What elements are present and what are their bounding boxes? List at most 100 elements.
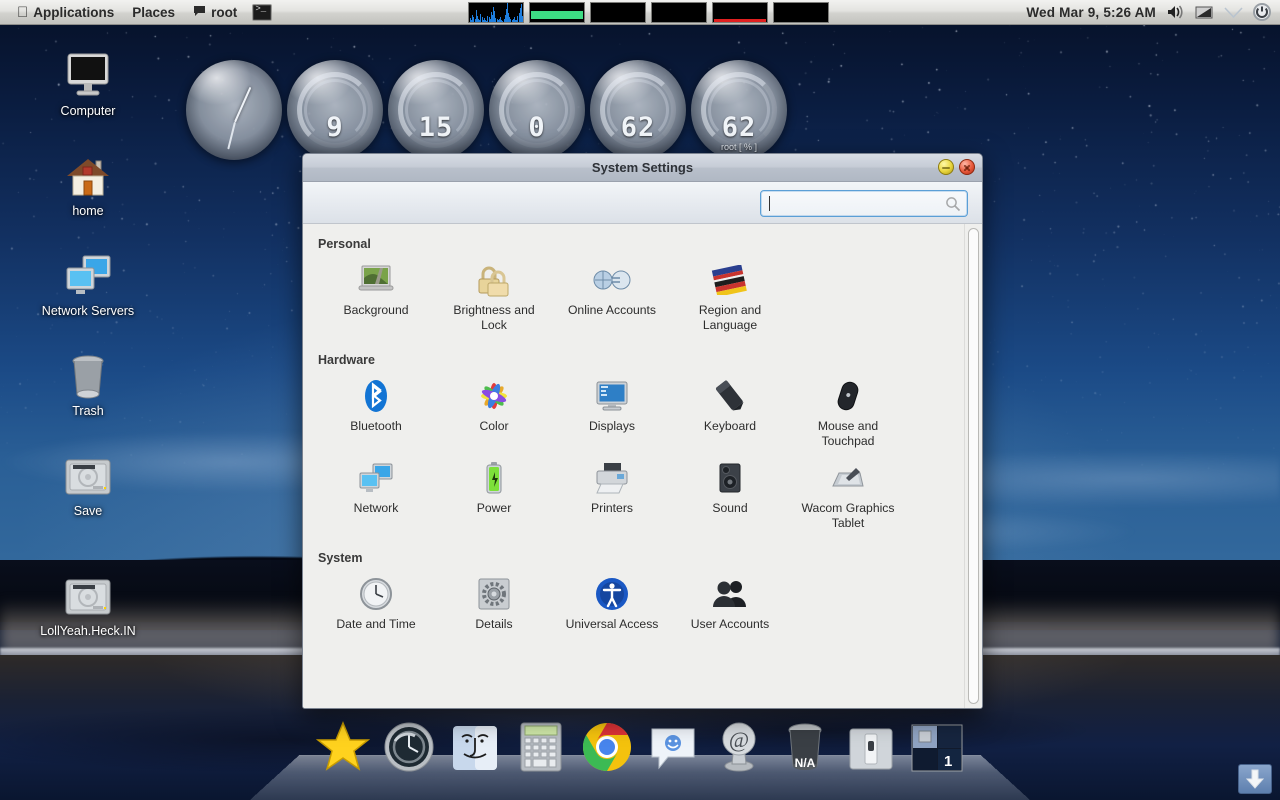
search-box[interactable] xyxy=(760,190,968,217)
load-monitor-applet[interactable] xyxy=(773,2,829,23)
panel-terminal-launcher[interactable] xyxy=(246,3,278,21)
tile-background[interactable]: Background xyxy=(317,257,435,339)
power-icon[interactable] xyxy=(1252,2,1272,22)
dock: @ N/A 1 xyxy=(250,704,1030,800)
panel-clock[interactable]: Wed Mar 9, 5:26 AM xyxy=(1026,5,1156,20)
dock-calculator[interactable] xyxy=(511,714,571,772)
keyboard-icon xyxy=(713,376,747,416)
menu-applications[interactable]:  Applications xyxy=(8,3,123,22)
network-icon[interactable] xyxy=(1223,2,1243,22)
tile-details[interactable]: Details xyxy=(435,571,553,638)
tile-wacom-graphics-tablet[interactable]: Wacom Graphics Tablet xyxy=(789,455,907,537)
volume-icon[interactable] xyxy=(1165,2,1185,22)
display-icon[interactable] xyxy=(1194,2,1214,22)
apple-logo-icon:  xyxy=(17,5,28,20)
workspace-number: 1 xyxy=(944,753,952,770)
tile-mouse-and-touchpad[interactable]: Mouse and Touchpad xyxy=(789,373,907,455)
window-titlebar[interactable]: System Settings xyxy=(303,154,982,182)
network-monitor-applet[interactable] xyxy=(590,2,646,23)
dock-trash[interactable]: N/A xyxy=(775,714,835,772)
desktop-icon-lollyeah[interactable]: LollYeah.Heck.IN xyxy=(28,568,148,638)
chrome-icon xyxy=(582,723,631,771)
desktop-icon-trash[interactable]: Trash xyxy=(28,348,148,418)
monitor-icon xyxy=(593,376,631,416)
desktop-icon-save[interactable]: Save xyxy=(28,448,148,518)
search-input[interactable] xyxy=(770,196,945,211)
calculator-icon xyxy=(520,722,562,772)
tile-power[interactable]: Power xyxy=(435,455,553,537)
tile-label: Displays xyxy=(588,419,636,433)
conky-home-gauge: 62 xyxy=(590,60,686,160)
scrollbar-thumb[interactable] xyxy=(968,228,979,704)
dock-chrome[interactable] xyxy=(577,714,637,772)
desktop-icon-home[interactable]: home xyxy=(28,148,148,218)
section-grid-personal: Background Brightness and Lock Online Ac… xyxy=(317,257,950,339)
top-panel:  Applications Places root Wed Ma xyxy=(0,0,1280,25)
tile-color[interactable]: Color xyxy=(435,373,553,455)
dock-messages[interactable] xyxy=(643,714,703,772)
close-button[interactable] xyxy=(959,159,975,175)
conky-swap-gauge: 0 xyxy=(489,60,585,160)
tile-universal-access[interactable]: Universal Access xyxy=(553,571,671,638)
section-grid-hardware: Bluetooth Color Displays Keyboard Mouse … xyxy=(317,373,950,537)
swap-monitor-applet[interactable] xyxy=(712,2,768,23)
desktop-icon-network-servers[interactable]: Network Servers xyxy=(28,248,148,318)
system-settings-window: System Settings Personal Background Brig… xyxy=(302,153,983,709)
gauge-value: 62 xyxy=(620,112,656,143)
tile-bluetooth[interactable]: Bluetooth xyxy=(317,373,435,455)
tile-date-and-time[interactable]: Date and Time xyxy=(317,571,435,638)
gauge-sublabel: root [ % ] xyxy=(720,142,757,152)
tile-keyboard[interactable]: Keyboard xyxy=(671,373,789,455)
gauge-value: 15 xyxy=(418,112,454,143)
tile-online-accounts[interactable]: Online Accounts xyxy=(553,257,671,339)
tile-label: Brightness and Lock xyxy=(453,303,535,332)
download-widget[interactable] xyxy=(1238,764,1272,794)
flags-icon xyxy=(711,260,749,300)
memory-monitor-applet[interactable] xyxy=(529,2,585,23)
conky-root-gauge: 62 root [ % ] xyxy=(691,60,787,160)
desktop-icon-label: Save xyxy=(73,504,103,518)
dock-time-machine[interactable] xyxy=(379,714,439,772)
terminal-icon xyxy=(252,3,273,21)
menu-user-root[interactable]: root xyxy=(184,3,246,22)
gauge-value: 9 xyxy=(326,112,344,143)
trash-badge: N/A xyxy=(795,756,816,770)
padlock-icon xyxy=(475,260,513,300)
tile-displays[interactable]: Displays xyxy=(553,373,671,455)
tile-network[interactable]: Network xyxy=(317,455,435,537)
tile-label: Wacom Graphics Tablet xyxy=(801,501,895,530)
tile-label: Keyboard xyxy=(703,419,757,433)
battery-icon xyxy=(484,458,504,498)
menu-places[interactable]: Places xyxy=(123,3,184,22)
panel-monitor-applets xyxy=(468,2,829,23)
network-servers-icon xyxy=(28,248,148,300)
dock-workspaces[interactable]: 1 xyxy=(907,714,967,772)
cpu-monitor-applet[interactable] xyxy=(468,2,524,23)
dock-finder[interactable] xyxy=(445,714,505,772)
gauge-bulb xyxy=(186,60,282,160)
panel-tray: Wed Mar 9, 5:26 AM xyxy=(1026,2,1280,22)
desktop-icon-computer[interactable]: Computer xyxy=(28,48,148,118)
desktop-icon-label: Trash xyxy=(72,404,104,418)
bluetooth-icon xyxy=(363,376,389,416)
tile-user-accounts[interactable]: User Accounts xyxy=(671,571,789,638)
panel-menu-group:  Applications Places root xyxy=(0,3,278,22)
tile-label: Color xyxy=(479,419,509,433)
svg-text:@: @ xyxy=(729,727,749,752)
conky-gauges: 9 15 0 62 62 root [ % ] xyxy=(186,60,787,160)
tile-label: Region and Language xyxy=(698,303,762,332)
minimize-button[interactable] xyxy=(938,159,954,175)
menu-places-label: Places xyxy=(121,4,175,20)
disk-monitor-applet[interactable] xyxy=(651,2,707,23)
tile-region-and-language[interactable]: Region and Language xyxy=(671,257,789,339)
tile-brightness-and-lock[interactable]: Brightness and Lock xyxy=(435,257,553,339)
speaker-icon xyxy=(715,458,745,498)
tile-sound[interactable]: Sound xyxy=(671,455,789,537)
dock-star[interactable] xyxy=(313,714,373,772)
online-accounts-icon xyxy=(593,260,631,300)
tile-printers[interactable]: Printers xyxy=(553,455,671,537)
dock-switch[interactable] xyxy=(841,714,901,772)
dock-mail[interactable]: @ xyxy=(709,714,769,772)
settings-scrollbar[interactable] xyxy=(964,224,982,708)
mail-icon: @ xyxy=(722,722,756,772)
